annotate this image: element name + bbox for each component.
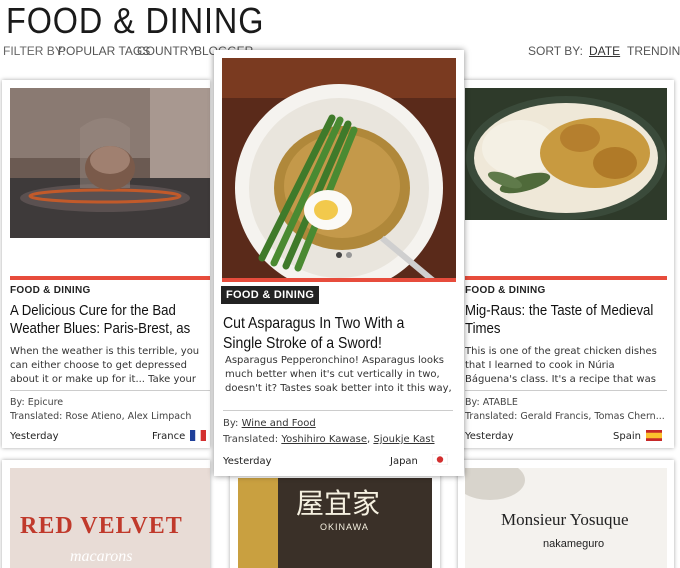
card-accent-bar (465, 276, 667, 280)
card-translators: Translated: Rose Atieno, Alex Limpach (10, 411, 192, 422)
sort-trending[interactable]: TRENDING (627, 44, 680, 58)
image-caption: RED VELVET (20, 513, 183, 539)
translator-link[interactable]: Yoshihiro Kawase (281, 434, 367, 445)
card-title-line: Cut Asparagus In Two With a (223, 315, 405, 332)
beer-glass-shape (238, 478, 278, 568)
article-card[interactable]: FOOD & DINING A Delicious Cure for the B… (2, 80, 210, 448)
translator-names[interactable]: Rose Atieno, Alex Limpach (65, 411, 191, 422)
card-country: France (152, 431, 186, 442)
card-author: By: Epicure (10, 397, 64, 408)
article-image[interactable] (10, 88, 210, 238)
card-country: Spain (613, 431, 641, 442)
card-divider (10, 390, 210, 391)
article-image[interactable] (222, 58, 456, 278)
dessert-photo (10, 88, 210, 238)
france-flag-icon (190, 430, 206, 441)
image-caption: macarons (70, 548, 133, 565)
card-divider (223, 410, 453, 411)
article-image[interactable]: Monsieur Yosuque nakameguro (465, 468, 667, 568)
sort-label: SORT BY: (528, 44, 583, 58)
featured-article-card[interactable]: FOOD & DINING Cut Asparagus In Two With … (214, 50, 464, 476)
card-country: Japan (390, 456, 418, 467)
card-title-line: Mig-Raus: the Taste of Medieval (465, 302, 654, 319)
image-caption: nakameguro (543, 538, 605, 550)
spain-flag-icon (646, 430, 662, 441)
sort-bar: SORT BY: DATE TRENDING (512, 44, 680, 60)
card-date: Yesterday (465, 431, 514, 442)
page-title: FOOD & DINING (6, 0, 265, 41)
sort-date[interactable]: DATE (589, 44, 620, 58)
article-card[interactable]: RED VELVET macarons (2, 460, 210, 568)
card-excerpt: When the weather is this terrible, you c… (10, 346, 200, 385)
card-author: By: ATABLE (465, 397, 518, 408)
article-card[interactable]: Monsieur Yosuque nakameguro (458, 460, 674, 568)
card-divider (465, 390, 667, 391)
article-card[interactable]: 屋宜家 OKINAWA (230, 460, 440, 568)
card-translators: Translated: Yoshihiro Kawase, Sjoukje Ka… (223, 434, 435, 445)
card-title-line: Single Stroke of a Sword! (223, 335, 382, 352)
image-caption: OKINAWA (320, 522, 369, 532)
card-excerpt: This is one of the great chicken dishes … (465, 346, 657, 385)
card-accent-bar (222, 278, 456, 282)
chicken-dish-photo (465, 88, 667, 220)
article-image[interactable]: 屋宜家 OKINAWA (238, 478, 432, 568)
card-title-line: Weather Blues: Paris-Brest, as (10, 320, 191, 337)
japan-flag-icon (432, 454, 448, 465)
article-image[interactable] (465, 88, 667, 220)
card-accent-bar (10, 276, 210, 280)
card-title-line: Times (465, 320, 501, 337)
cup-shape (465, 468, 525, 500)
card-author: By: Wine and Food (223, 418, 316, 429)
image-caption: 屋宜家 (296, 487, 381, 520)
card-translators: Translated: Gerald Francis, Tomas Chern.… (465, 411, 665, 422)
filter-label: FILTER BY: (3, 44, 66, 58)
card-date: Yesterday (223, 456, 272, 467)
card-category[interactable]: FOOD & DINING (465, 285, 546, 296)
image-caption: Monsieur Yosuque (501, 510, 629, 529)
article-card[interactable]: FOOD & DINING Mig-Raus: the Taste of Med… (458, 80, 674, 448)
card-title[interactable]: A Delicious Cure for the Bad Weather Blu… (10, 302, 208, 338)
card-title[interactable]: Mig-Raus: the Taste of Medieval Times (465, 302, 667, 338)
asparagus-pasta-photo (222, 58, 456, 278)
author-name[interactable]: ATABLE (483, 397, 518, 408)
author-link[interactable]: Wine and Food (242, 418, 316, 429)
article-image[interactable]: RED VELVET macarons (10, 468, 210, 568)
author-name[interactable]: Epicure (28, 397, 63, 408)
card-date: Yesterday (10, 431, 59, 442)
carousel-dot[interactable] (336, 252, 342, 258)
card-category[interactable]: FOOD & DINING (221, 286, 320, 304)
card-title-line: A Delicious Cure for the Bad (10, 302, 176, 319)
card-category[interactable]: FOOD & DINING (10, 285, 91, 296)
card-title[interactable]: Cut Asparagus In Two With a Single Strok… (223, 314, 452, 354)
card-excerpt: Asparagus Pepperonchino! Asparagus looks… (225, 355, 452, 394)
translator-link[interactable]: Sjoukje Kast (373, 434, 434, 445)
translator-names[interactable]: Gerald Francis, Tomas Chern... (520, 411, 664, 422)
carousel-dot[interactable] (346, 252, 352, 258)
filter-country[interactable]: COUNTRY (137, 44, 196, 58)
